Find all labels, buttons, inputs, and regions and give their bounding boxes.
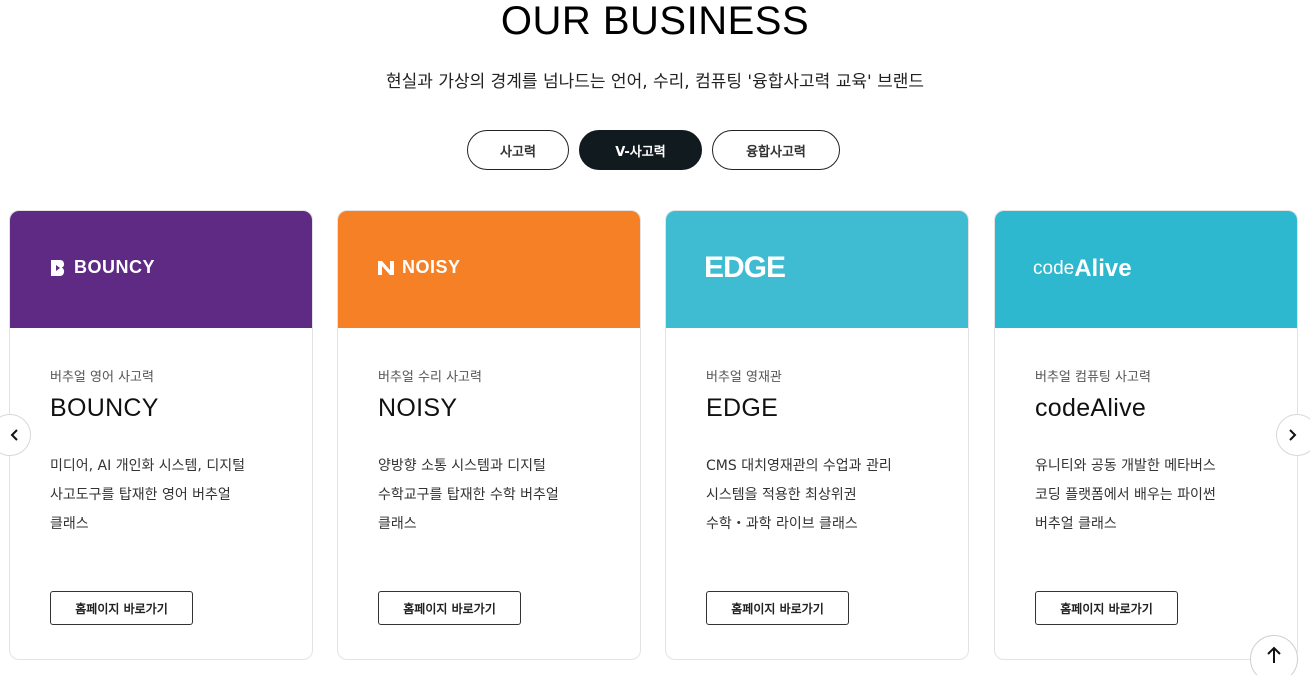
- brand-card-edge: EDGE 버추얼 영재관 EDGE CMS 대치영재관의 수업과 관리 시스템을…: [665, 210, 969, 660]
- card-header: EDGE: [666, 211, 968, 328]
- noisy-logo-icon: [378, 260, 394, 275]
- tab-thinking[interactable]: 사고력: [467, 130, 569, 170]
- desc-line: 수학・과학 라이브 클래스: [706, 516, 858, 532]
- card-description: 양방향 소통 시스템과 디지털 수학교구를 탑재한 수학 버추얼 클래스: [378, 452, 618, 539]
- brand-card-bouncy: BOUNCY 버추얼 영어 사고력 BOUNCY 미디어, AI 개인화 시스템…: [9, 210, 313, 660]
- homepage-button[interactable]: 홈페이지 바로가기: [50, 591, 193, 625]
- card-header: code Alive: [995, 211, 1297, 328]
- card-category: 버추얼 수리 사고력: [378, 370, 482, 385]
- tab-convergence-thinking[interactable]: 융합사고력: [712, 130, 840, 170]
- card-description: 유니티와 공동 개발한 메타버스 코딩 플랫폼에서 배우는 파이썬 버추얼 클래…: [1035, 452, 1275, 539]
- chevron-left-icon: [10, 429, 18, 441]
- card-name: EDGE: [706, 394, 779, 422]
- section-subtitle: 현실과 가상의 경계를 넘나드는 언어, 수리, 컴퓨팅 '융합사고력 교육' …: [386, 72, 924, 92]
- edge-logo: EDGE: [704, 251, 786, 284]
- homepage-button[interactable]: 홈페이지 바로가기: [1035, 591, 1178, 625]
- desc-line: 유니티와 공동 개발한 메타버스: [1035, 458, 1216, 474]
- card-description: CMS 대치영재관의 수업과 관리 시스템을 적용한 최상위권 수학・과학 라이…: [706, 452, 946, 539]
- desc-line: CMS 대치영재관의 수업과 관리: [706, 458, 892, 474]
- carousel-next-button[interactable]: [1276, 414, 1310, 456]
- scroll-to-top-button[interactable]: [1250, 635, 1298, 675]
- category-tabs: 사고력 V-사고력 융합사고력: [0, 130, 1310, 170]
- desc-line: 시스템을 적용한 최상위권: [706, 487, 857, 503]
- card-description: 미디어, AI 개인화 시스템, 디지털 사고도구를 탑재한 영어 버추얼 클래…: [50, 452, 290, 539]
- card-name: BOUNCY: [50, 394, 159, 422]
- desc-line: 클래스: [50, 516, 89, 532]
- tab-v-thinking[interactable]: V-사고력: [579, 130, 702, 170]
- desc-line: 사고도구를 탑재한 영어 버추얼: [50, 487, 231, 503]
- chevron-right-icon: [1289, 429, 1297, 441]
- bouncy-logo-icon: [51, 259, 65, 276]
- noisy-logo: NOISY: [376, 257, 461, 278]
- card-header: NOISY: [338, 211, 640, 328]
- card-name: NOISY: [378, 394, 458, 422]
- desc-line: 코딩 플랫폼에서 배우는 파이썬: [1035, 487, 1216, 503]
- arrow-up-icon: [1267, 646, 1281, 663]
- brand-card-noisy: NOISY 버추얼 수리 사고력 NOISY 양방향 소통 시스템과 디지털 수…: [337, 210, 641, 660]
- card-name: codeAlive: [1035, 394, 1147, 422]
- card-header: BOUNCY: [10, 211, 312, 328]
- card-category: 버추얼 컴퓨팅 사고력: [1035, 370, 1151, 385]
- homepage-button[interactable]: 홈페이지 바로가기: [378, 591, 521, 625]
- brand-card-codealive: code Alive 버추얼 컴퓨팅 사고력 codeAlive 유니티와 공동…: [994, 210, 1298, 660]
- section-title: OUR BUSINESS: [500, 0, 810, 43]
- card-category: 버추얼 영재관: [706, 370, 782, 385]
- desc-line: 버추얼 클래스: [1035, 516, 1117, 532]
- homepage-button[interactable]: 홈페이지 바로가기: [706, 591, 849, 625]
- codealive-logo: code Alive: [1033, 255, 1132, 282]
- desc-line: 클래스: [378, 516, 417, 532]
- desc-line: 수학교구를 탑재한 수학 버추얼: [378, 487, 559, 503]
- bouncy-logo: BOUNCY: [48, 257, 155, 278]
- card-category: 버추얼 영어 사고력: [50, 370, 154, 385]
- desc-line: 미디어, AI 개인화 시스템, 디지털: [50, 458, 245, 474]
- desc-line: 양방향 소통 시스템과 디지털: [378, 458, 546, 474]
